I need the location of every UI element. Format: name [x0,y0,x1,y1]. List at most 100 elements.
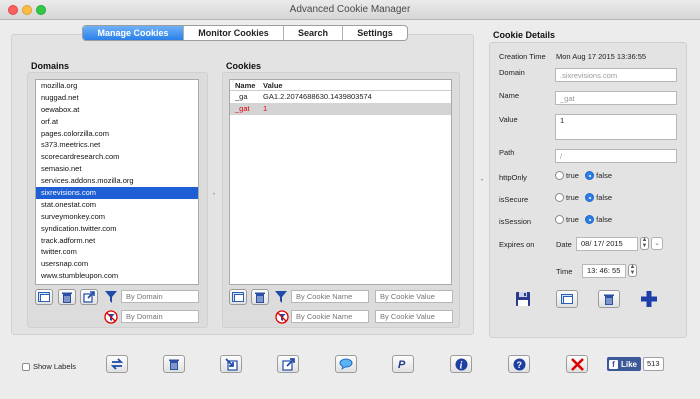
export-icon [281,357,295,371]
trash-icon [169,359,179,370]
radio-label: true [566,215,579,225]
issecure-false-radio[interactable] [585,193,595,203]
speech-bubble-icon [339,358,353,370]
export-button[interactable] [277,355,299,373]
tab-settings[interactable]: Settings [343,26,407,40]
list-item[interactable]: oewabox.at [36,104,198,116]
list-item[interactable]: usersnap.com [36,258,198,270]
cookies-header: Cookies [226,61,262,71]
name-field[interactable] [555,91,677,105]
radio-label: true [566,171,579,181]
window-title: Advanced Cookie Manager [289,4,411,15]
date-field[interactable]: 08/ 17/ 2015 [576,237,638,251]
expires-label: Expires on [499,240,535,249]
list-item[interactable]: pages.colorzilla.com [36,128,198,140]
tab-bar: Manage Cookies Monitor Cookies Search Se… [82,25,408,41]
export-icon [83,291,95,303]
select-all-cookies-button[interactable] [229,289,247,305]
list-item[interactable]: surveymonkey.com [36,211,198,223]
list-item[interactable]: stat.onestat.com [36,199,198,211]
httponly-true-radio[interactable] [555,171,564,181]
date-label: Date [556,240,572,249]
tab-search[interactable]: Search [284,26,343,40]
splitter-handle[interactable]: • [213,192,215,198]
export-domain-button[interactable] [80,289,98,305]
issession-true-radio[interactable] [555,215,564,225]
refresh-icon [110,358,124,370]
import-button[interactable] [220,355,242,373]
domain-exclude-input[interactable] [121,310,199,323]
cookie-table[interactable]: Name Value _ga GA1.2.2074688630.14398035… [229,79,452,285]
domain-field[interactable] [555,68,677,82]
svg-text:?: ? [516,360,522,370]
issession-false-radio[interactable] [585,215,595,225]
time-field[interactable]: 13: 46: 55 [582,264,626,278]
path-field[interactable] [555,149,677,163]
table-row[interactable]: _gat 1 [230,103,451,115]
list-item[interactable]: track.adform.net [36,235,198,247]
import-icon [224,357,238,371]
list-item[interactable]: s373.meetrics.net [36,139,198,151]
cookie-value-exclude-input[interactable] [375,310,453,323]
cookie-name-exclude-input[interactable] [291,310,369,323]
select-all-domains-button[interactable] [35,289,53,305]
help-button[interactable]: ? [508,355,530,373]
domain-filter-input[interactable] [121,290,199,303]
facebook-like-button[interactable]: f Like [607,357,642,371]
table-row[interactable]: _ga GA1.2.2074688630.1439803574 [230,91,451,103]
value-label: Value [499,115,518,124]
issession-label: isSession [499,217,532,226]
list-item[interactable]: scorecardresearch.com [36,151,198,163]
tab-manage-cookies[interactable]: Manage Cookies [83,26,184,40]
list-item[interactable]: twitter.com [36,246,198,258]
cookie-value-filter-input[interactable] [375,290,453,303]
value-field[interactable]: 1 [555,114,677,140]
delete-cookie-button[interactable] [251,289,269,305]
tab-monitor-cookies[interactable]: Monitor Cookies [184,26,284,40]
svg-text:P: P [398,359,406,370]
close-icon [570,357,584,371]
trash-icon [604,294,614,305]
date-stepper[interactable]: ▲ ▼ [640,237,649,250]
httponly-false-radio[interactable] [585,171,595,181]
floppy-disk-icon [516,292,530,306]
cookie-name-cell: _gat [235,104,250,113]
list-item[interactable]: nuggad.net [36,92,198,104]
splitter-handle[interactable]: • [481,178,483,184]
info-button[interactable]: i [450,355,472,373]
svg-text:i: i [459,360,462,371]
list-item[interactable]: semasio.net [36,163,198,175]
list-item[interactable]: syndication.twitter.com [36,223,198,235]
delete-all-button[interactable] [163,355,185,373]
column-value-header[interactable]: Value [260,80,283,90]
time-stepper[interactable]: ▲ ▼ [628,264,637,277]
save-cookie-button[interactable] [515,291,531,309]
new-window-button[interactable] [556,290,578,308]
paypal-donate-button[interactable]: P [392,355,414,373]
list-item[interactable]: sixrevisions.com [36,187,198,199]
issecure-true-radio[interactable] [555,193,564,203]
window-icon [232,292,244,302]
domain-list[interactable]: mozilla.org nuggad.net oewabox.at orf.at pag… [35,79,199,285]
radio-label: false [596,171,613,181]
delete-domain-button[interactable] [58,289,76,305]
list-item[interactable]: services.addons.mozilla.org [36,175,198,187]
feedback-button[interactable] [335,355,357,373]
help-icon: ? [513,358,525,370]
time-label: Time [556,267,573,276]
refresh-button[interactable] [106,355,128,373]
list-item[interactable]: mozilla.org [36,80,198,92]
list-item[interactable]: www.stumbleupon.com [36,270,198,282]
cookie-name-filter-input[interactable] [291,290,369,303]
show-labels-checkbox[interactable] [22,363,30,371]
add-cookie-button[interactable] [640,290,658,310]
column-name-header[interactable]: Name [230,80,260,90]
close-button[interactable] [566,355,588,373]
httponly-radio-group: true false [555,171,616,181]
radio-label: false [596,193,613,203]
radio-label: true [566,193,579,203]
delete-cookie-detail-button[interactable] [598,290,620,308]
list-item[interactable]: orf.at [36,116,198,128]
issecure-label: isSecure [499,195,529,204]
calendar-dropdown-button[interactable]: ⌄ [651,237,663,250]
